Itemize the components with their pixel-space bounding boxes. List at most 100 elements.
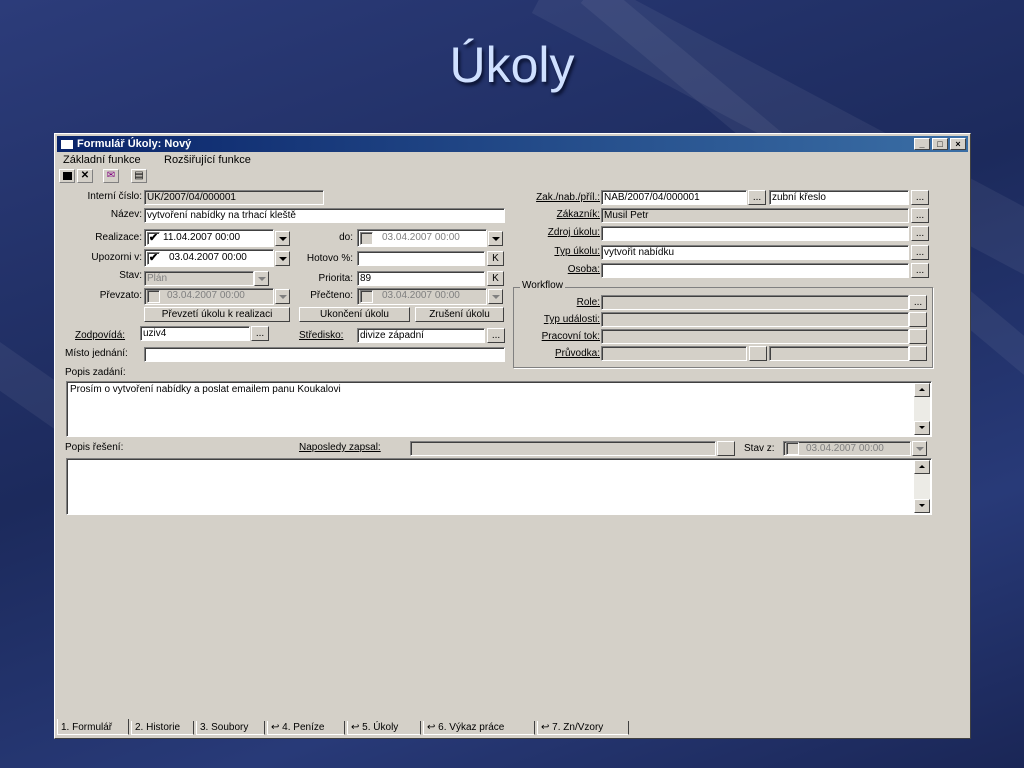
pruvodka-description-field[interactable] (769, 346, 909, 361)
do-field[interactable]: 03.04.2007 00:00 (357, 229, 487, 247)
osoba-ellipsis-button[interactable]: ... (911, 263, 929, 278)
stav-z-field[interactable]: 03.04.2007 00:00 (783, 441, 911, 456)
typ-ukolu-ellipsis-button[interactable]: ... (911, 245, 929, 260)
tab-vykaz-prace[interactable]: ↩ 6. Výkaz práce (423, 721, 535, 735)
typ-udalosti-label[interactable]: Typ události: (510, 313, 600, 327)
role-label[interactable]: Role: (510, 296, 600, 310)
tab-zn-vzory[interactable]: ↩ 7. Zn/Vzory (537, 721, 629, 735)
priorita-field[interactable]: 89 (357, 271, 485, 286)
pruvodka-label[interactable]: Průvodka: (510, 347, 600, 361)
prevzeti-ukolu-button[interactable]: Převzetí úkolu k realizaci (144, 307, 290, 322)
stredisko-label[interactable]: Středisko: (299, 329, 343, 343)
toolbar: ✕ ✉ ▤ (57, 169, 968, 185)
close-button[interactable]: × (950, 138, 966, 150)
app-icon (60, 139, 74, 150)
role-field[interactable] (601, 295, 909, 310)
precteno-checkbox[interactable] (360, 290, 373, 303)
precteno-field[interactable]: 03.04.2007 00:00 (357, 288, 487, 305)
upozorni-checkbox[interactable]: ✔ (147, 252, 160, 265)
do-checkbox[interactable] (360, 232, 373, 245)
zakaznik-ellipsis-button[interactable]: ... (911, 208, 929, 223)
zruseni-ukolu-button[interactable]: Zrušení úkolu (415, 307, 504, 322)
pracovni-tok-ellipsis-button[interactable] (909, 329, 927, 344)
pracovni-tok-label[interactable]: Pracovní tok: (510, 330, 600, 344)
zodpovida-field[interactable]: uziv4 (140, 326, 250, 341)
stav-z-checkbox[interactable] (786, 442, 799, 455)
hotovo-field[interactable] (357, 251, 485, 266)
tab-formular[interactable]: 1. Formulář (57, 719, 129, 735)
zakaznik-label[interactable]: Zákazník: (510, 208, 600, 222)
popis-zadani-memo[interactable]: Prosím o vytvoření nabídky a poslat emai… (66, 381, 932, 437)
stav-z-dropdown[interactable] (912, 441, 927, 456)
stav-dropdown[interactable] (254, 271, 269, 286)
realizace-dropdown[interactable] (275, 231, 290, 246)
prevzato-dropdown[interactable] (275, 289, 290, 304)
zdroj-ukolu-field[interactable] (601, 226, 909, 241)
precteno-dropdown[interactable] (488, 289, 503, 304)
pruvodka-description-ellipsis-button[interactable] (909, 346, 927, 361)
zak-nab-description-ellipsis-button[interactable]: ... (911, 190, 929, 205)
maximize-button[interactable]: □ (932, 138, 948, 150)
zodpovida-label[interactable]: Zodpovídá: (75, 329, 125, 343)
scroll-up-icon[interactable] (914, 460, 930, 474)
osoba-field[interactable] (601, 263, 909, 278)
preview-icon[interactable]: ▤ (131, 169, 147, 183)
cancel-icon[interactable]: ✕ (77, 169, 93, 183)
scroll-down-icon[interactable] (914, 421, 930, 435)
stredisko-field[interactable]: divize západní (357, 328, 485, 343)
priorita-label: Priorita: (318, 273, 353, 284)
nazev-field[interactable]: vytvoření nabídky na trhací kleště (144, 208, 505, 223)
misto-jednani-field[interactable] (144, 347, 505, 362)
stredisko-ellipsis-button[interactable]: ... (487, 328, 505, 343)
tab-penize[interactable]: ↩ 4. Peníze (267, 721, 345, 735)
hotovo-k-button[interactable]: K (487, 251, 504, 266)
window-titlebar[interactable]: Formulář Úkoly: Nový _ □ × (57, 136, 968, 152)
scroll-up-icon[interactable] (914, 383, 930, 397)
role-ellipsis-button[interactable]: ... (909, 295, 927, 310)
realizace-field[interactable]: 11.04.2007 00:00 (144, 229, 274, 247)
naposledy-zapsal-ellipsis-button[interactable] (717, 441, 735, 456)
prevzato-field[interactable]: 03.04.2007 00:00 (144, 288, 274, 305)
tab-soubory[interactable]: 3. Soubory (196, 721, 265, 735)
zak-nab-field[interactable]: NAB/2007/04/000001 (601, 190, 747, 205)
interni-cislo-field[interactable]: UK/2007/04/000001 (144, 190, 324, 205)
naposledy-zapsal-field[interactable] (410, 441, 716, 456)
osoba-label[interactable]: Osoba: (510, 263, 600, 277)
do-dropdown[interactable] (488, 231, 503, 246)
print-icon[interactable]: ✉ (103, 169, 119, 183)
prevzato-checkbox[interactable] (147, 290, 160, 303)
typ-ukolu-field[interactable]: vytvořit nabídku (601, 245, 909, 260)
zdroj-ukolu-label[interactable]: Zdroj úkolu: (510, 226, 600, 240)
zak-nab-description-field[interactable]: zubní křeslo (769, 190, 909, 205)
popis-reseni-scrollbar[interactable] (914, 460, 930, 513)
tab-ukoly[interactable]: ↩ 5. Úkoly (347, 721, 421, 735)
upozorni-field[interactable]: 03.04.2007 00:00 (144, 249, 274, 267)
menu-zakladni-funkce[interactable]: Základní funkce (63, 154, 141, 166)
prevzato-value: 03.04.2007 00:00 (167, 290, 245, 301)
scroll-down-icon[interactable] (914, 499, 930, 513)
save-icon[interactable] (59, 169, 75, 183)
typ-ukolu-label[interactable]: Typ úkolu: (510, 245, 600, 259)
pruvodka-field[interactable] (601, 346, 747, 361)
zak-nab-label[interactable]: Zak./nab./příl.: (510, 191, 600, 205)
realizace-checkbox[interactable]: ✔ (147, 232, 160, 245)
pracovni-tok-field[interactable] (601, 329, 909, 344)
tab-historie[interactable]: 2. Historie (131, 721, 194, 735)
upozorni-dropdown[interactable] (275, 251, 290, 266)
stav-field[interactable]: Plán (144, 271, 254, 286)
typ-udalosti-field[interactable] (601, 312, 909, 327)
ukonceni-ukolu-button[interactable]: Ukončení úkolu (299, 307, 410, 322)
priorita-k-button[interactable]: K (487, 271, 504, 286)
popis-reseni-memo[interactable] (66, 458, 932, 515)
tab-vykaz-prace-label: 6. Výkaz práce (438, 722, 505, 733)
minimize-button[interactable]: _ (914, 138, 930, 150)
zak-nab-ellipsis-button[interactable]: ... (748, 190, 766, 205)
popis-zadani-scrollbar[interactable] (914, 383, 930, 435)
zakaznik-field[interactable]: Musil Petr (601, 208, 909, 223)
zodpovida-ellipsis-button[interactable]: ... (251, 326, 269, 341)
naposledy-zapsal-label[interactable]: Naposledy zapsal: (299, 441, 381, 455)
pruvodka-ellipsis-button[interactable] (749, 346, 767, 361)
zdroj-ukolu-ellipsis-button[interactable]: ... (911, 226, 929, 241)
typ-udalosti-ellipsis-button[interactable] (909, 312, 927, 327)
menu-rozsirujici-funkce[interactable]: Rozšiřující funkce (164, 154, 251, 166)
